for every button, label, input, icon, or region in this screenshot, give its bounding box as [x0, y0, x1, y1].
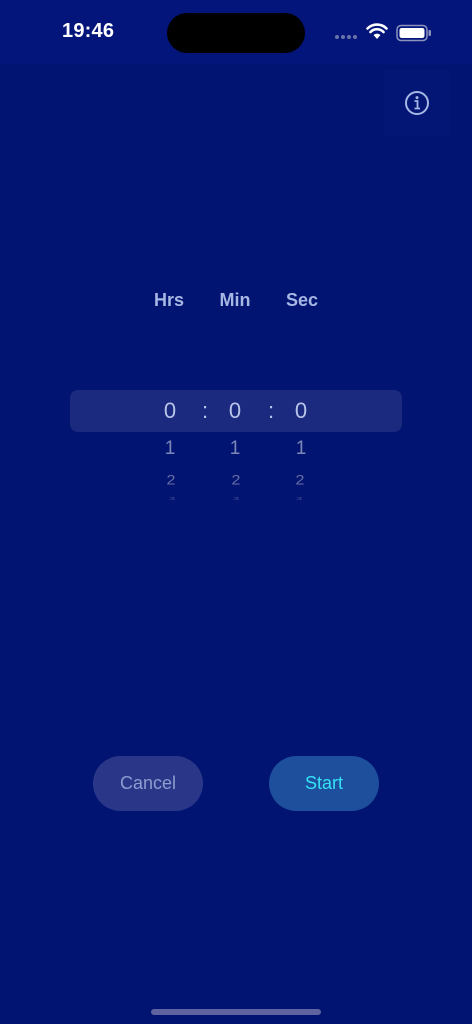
picker-separator: : — [201, 398, 209, 423]
hours-wheel-option[interactable]: 3 — [157, 496, 187, 501]
picker-separator: : — [267, 398, 275, 423]
seconds-wheel-option[interactable]: 3 — [284, 496, 314, 501]
hours-label: Hrs — [153, 290, 184, 310]
minutes-wheel-option[interactable]: 1 — [220, 438, 250, 460]
info-button[interactable] — [384, 70, 450, 136]
seconds-wheel-selected[interactable]: 0 — [286, 398, 316, 424]
status-bar: 19:46 — [0, 0, 472, 64]
minutes-wheel-option[interactable]: 3 — [221, 496, 251, 501]
minutes-wheel-option[interactable]: 2 — [221, 473, 251, 488]
start-button[interactable]: Start — [269, 756, 379, 811]
minutes-wheel-selected[interactable]: 0 — [220, 398, 250, 424]
status-time: 19:46 — [62, 20, 115, 42]
seconds-wheel-option[interactable]: 1 — [286, 438, 316, 460]
home-indicator[interactable] — [151, 1009, 321, 1015]
cancel-button[interactable]: Cancel — [93, 756, 203, 811]
cellular-signal-icon — [335, 35, 359, 41]
timer-screen: 19:46 Hrs Min Sec 0 : 0: 0 1 1 1 2 2 2 … — [0, 0, 472, 1024]
hours-wheel-option[interactable]: 2 — [156, 473, 186, 488]
info-circle-icon — [405, 91, 429, 115]
hours-wheel-selected[interactable]: 0 — [155, 398, 185, 424]
minutes-label: Min — [219, 290, 251, 310]
hours-wheel-option[interactable]: 1 — [155, 438, 185, 460]
seconds-label: Sec — [285, 290, 319, 310]
wifi-icon — [366, 23, 388, 39]
unit-labels: Hrs Min Sec — [0, 290, 472, 314]
dynamic-island — [167, 13, 305, 53]
seconds-wheel-option[interactable]: 2 — [285, 473, 315, 488]
battery-icon — [396, 24, 431, 42]
